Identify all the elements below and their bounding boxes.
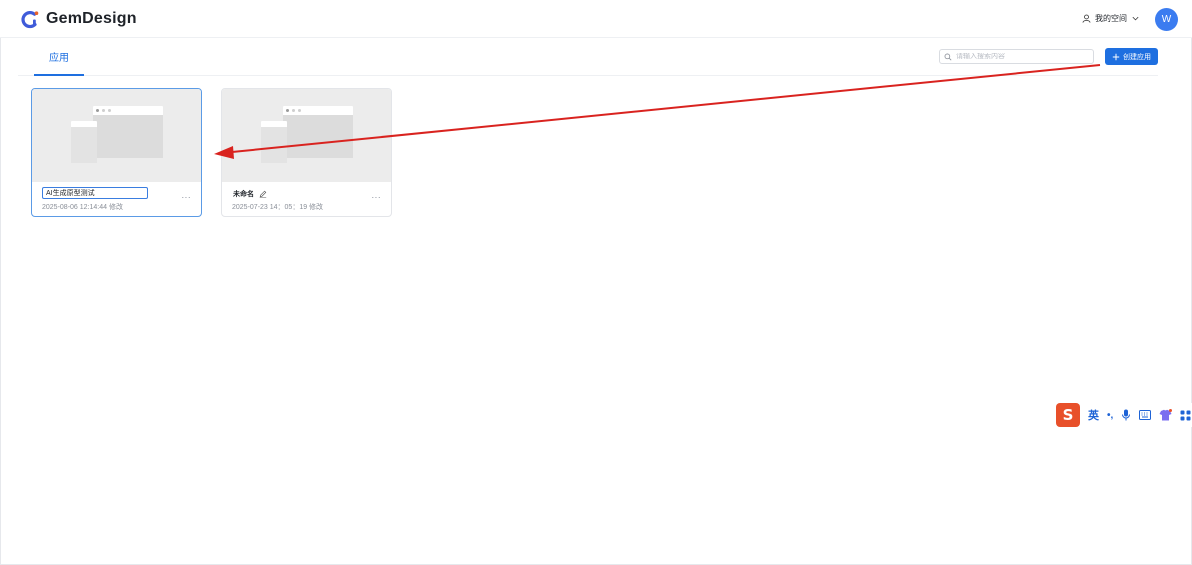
sogou-logo-icon[interactable]: S bbox=[1056, 403, 1080, 427]
app-card[interactable]: 未命名 2025-07-23 14：05：19 修改 ··· bbox=[221, 88, 392, 217]
app-name-label: 未命名 bbox=[233, 191, 254, 198]
microphone-icon[interactable] bbox=[1121, 409, 1131, 421]
brand-name[interactable]: GemDesign bbox=[46, 10, 137, 28]
punctuation-toggle[interactable]: •, bbox=[1107, 410, 1113, 421]
ime-language-toggle[interactable]: 英 bbox=[1088, 407, 1099, 423]
window-illustration bbox=[71, 121, 97, 163]
keyboard-icon[interactable] bbox=[1139, 410, 1152, 420]
ime-toolbar: S 英 •, bbox=[1056, 403, 1192, 427]
user-icon bbox=[1082, 14, 1091, 23]
app-card[interactable]: 2025-08-06 12:14:44 修改 ··· bbox=[31, 88, 202, 217]
app-name: 未命名 bbox=[233, 189, 267, 199]
punctuation-label: •, bbox=[1107, 409, 1114, 421]
window-illustration bbox=[283, 106, 353, 158]
search-box[interactable] bbox=[939, 49, 1094, 64]
tab-apps[interactable]: 应用 bbox=[34, 38, 84, 76]
app-thumbnail bbox=[32, 89, 201, 182]
workspace-label: 我的空间 bbox=[1095, 14, 1127, 23]
window-frame bbox=[0, 0, 1192, 565]
search-input[interactable] bbox=[956, 53, 1086, 60]
app-name-input[interactable] bbox=[42, 187, 148, 199]
chevron-down-icon bbox=[1132, 16, 1139, 21]
window-illustration bbox=[261, 121, 287, 163]
app-thumbnail bbox=[222, 89, 391, 182]
edit-pencil-icon[interactable] bbox=[259, 190, 267, 198]
user-avatar[interactable]: W bbox=[1155, 8, 1178, 31]
top-header: GemDesign 我的空间 W bbox=[0, 0, 1192, 38]
create-app-button[interactable]: 创建应用 bbox=[1105, 48, 1158, 65]
app-modified-time: 2025-08-06 12:14:44 修改 bbox=[42, 204, 123, 211]
create-app-label: 创建应用 bbox=[1123, 53, 1151, 61]
more-options-icon[interactable]: ··· bbox=[372, 193, 382, 202]
skin-icon[interactable] bbox=[1159, 409, 1173, 421]
app-modified-time: 2025-07-23 14：05：19 修改 bbox=[232, 204, 324, 211]
plus-icon bbox=[1112, 53, 1120, 60]
more-options-icon[interactable]: ··· bbox=[182, 193, 192, 202]
gemdesign-logo-icon bbox=[21, 11, 39, 29]
toolbox-icon[interactable] bbox=[1180, 410, 1191, 421]
search-icon bbox=[944, 53, 952, 60]
window-illustration bbox=[93, 106, 163, 158]
workspace-dropdown[interactable]: 我的空间 bbox=[1082, 13, 1140, 24]
